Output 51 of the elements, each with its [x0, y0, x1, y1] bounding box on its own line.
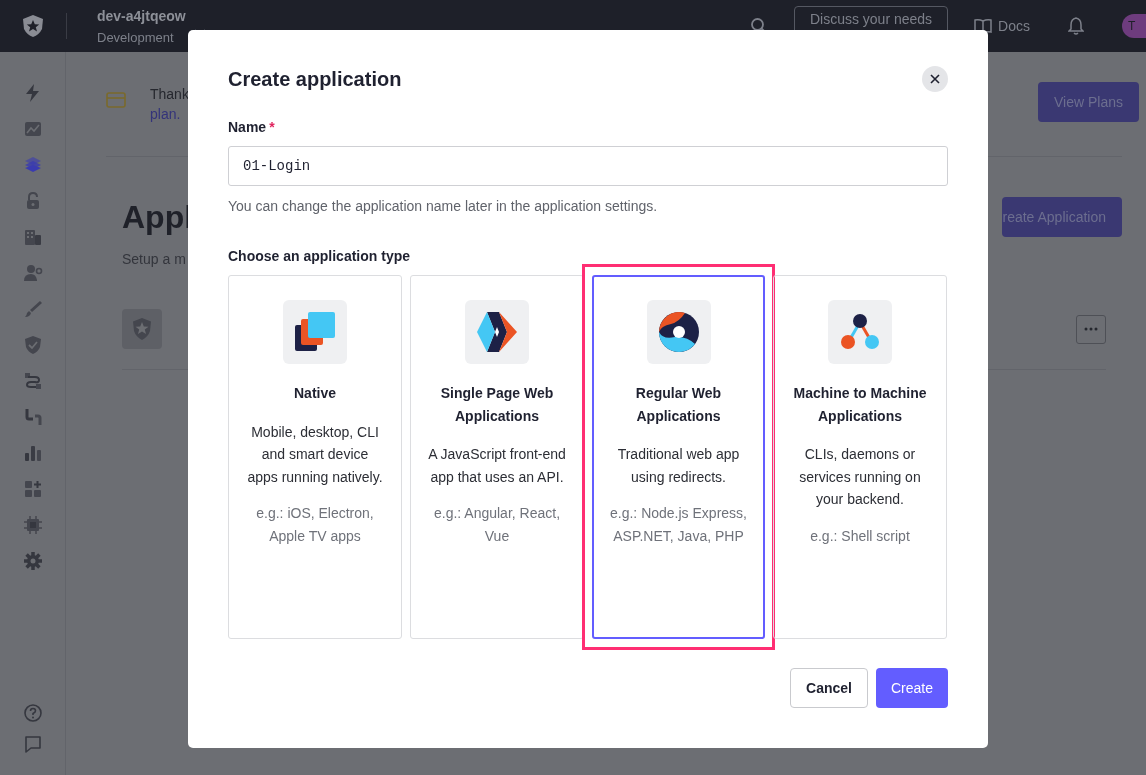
application-type-card[interactable]: Machine to Machine Applications CLIs, daemons or services running on your backend. e.g.: Shell script	[773, 275, 947, 639]
help-icon[interactable]	[22, 703, 43, 723]
type-description: A JavaScript front-end app that uses an API.	[427, 445, 567, 487]
type-title: Single Page Web Applications	[439, 384, 555, 426]
cancel-button[interactable]: Cancel	[790, 668, 868, 708]
close-button[interactable]	[922, 66, 948, 92]
chip-icon[interactable]	[22, 515, 43, 535]
ellipsis-icon	[1084, 327, 1098, 331]
type-title: Native	[294, 384, 336, 403]
user-gear-icon[interactable]	[22, 263, 43, 283]
building-icon[interactable]	[22, 227, 43, 247]
logo-icon[interactable]	[22, 14, 44, 38]
application-type-card[interactable]: Native Mobile, desktop, CLI and smart device apps running natively. e.g.: iOS, Electron, Apple TV apps	[228, 275, 402, 639]
add-grid-icon[interactable]	[22, 479, 43, 499]
type-title: Machine to Machine Applications	[792, 384, 928, 426]
type-description: Mobile, desktop, CLI and smart device apps running natively.	[246, 422, 384, 487]
chart-icon[interactable]	[22, 119, 43, 139]
type-title: Regular Web Applications	[634, 384, 723, 426]
credit-card-icon	[106, 92, 126, 108]
close-icon	[930, 74, 940, 84]
bar-chart-icon[interactable]	[22, 443, 43, 463]
name-hint: You can change the application name later in the application settings.	[228, 198, 659, 214]
create-button[interactable]: Create	[875, 668, 948, 708]
flow-icon[interactable]	[22, 371, 43, 391]
page-subtitle: Setup a m	[122, 251, 187, 267]
type-examples: e.g.: Angular, React, Vue	[432, 504, 562, 546]
brush-icon[interactable]	[22, 299, 43, 319]
type-examples: e.g.: iOS, Electron, Apple TV apps	[255, 504, 375, 546]
native-apps-icon	[283, 300, 347, 364]
dialog-title: Create application	[228, 67, 402, 91]
settings-icon[interactable]	[22, 551, 43, 571]
bell-icon[interactable]	[1068, 17, 1084, 35]
name-label: Name	[228, 119, 267, 135]
type-examples: e.g.: Shell script	[810, 526, 910, 546]
application-type-card[interactable]: Single Page Web Applications A JavaScript front-end app that uses an API. e.g.: Angular, React, Vue	[410, 275, 584, 639]
type-description: Traditional web app using redirects.	[616, 445, 741, 487]
application-type-label: Choose an application type	[228, 248, 412, 264]
environment-label: Development	[97, 29, 175, 45]
banner-text: Thank	[150, 86, 189, 102]
ring-icon	[646, 300, 711, 364]
type-examples: e.g.: Node.js Express, ASP.NET, Java, PHP	[610, 504, 747, 546]
application-type-card[interactable]: Regular Web Applications Traditional web app using redirects. e.g.: Node.js Express, ASP.NET, Java, PHP	[592, 275, 765, 639]
app-logo-icon	[122, 309, 162, 349]
shield-check-icon[interactable]	[22, 335, 43, 355]
required-mark: *	[269, 119, 275, 135]
chat-icon[interactable]	[22, 734, 43, 754]
type-description: CLIs, daemons or services running on your backend.	[798, 445, 922, 509]
more-options-button[interactable]	[1076, 314, 1106, 344]
name-field[interactable]: 01-Login	[228, 146, 948, 186]
nodes-icon	[828, 300, 892, 364]
tenant-name[interactable]: dev-a4jtqeow	[97, 7, 186, 24]
